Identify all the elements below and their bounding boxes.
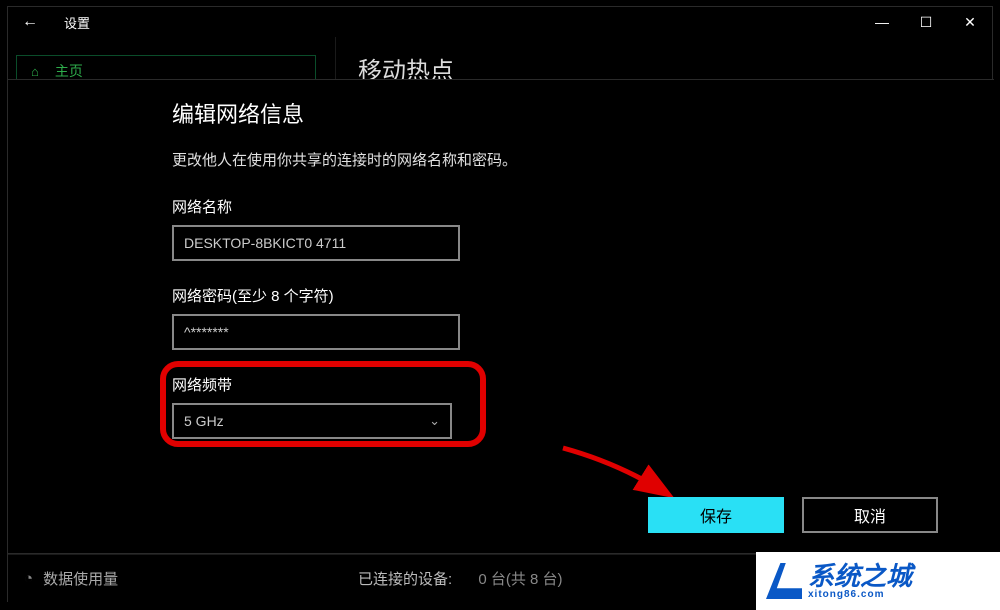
save-button[interactable]: 保存: [648, 497, 784, 533]
connected-count: 0 台(共 8 台): [478, 571, 562, 588]
dialog-description: 更改他人在使用你共享的连接时的网络名称和密码。: [172, 149, 872, 170]
network-name-label: 网络名称: [172, 196, 872, 217]
home-icon: ⌂: [31, 64, 39, 79]
dialog-edit-network: 编辑网络信息 更改他人在使用你共享的连接时的网络名称和密码。 网络名称 网络密码…: [172, 97, 872, 439]
network-password-input[interactable]: [172, 314, 460, 350]
back-button[interactable]: ←: [8, 13, 52, 31]
network-password-label: 网络密码(至少 8 个字符): [172, 285, 872, 306]
window-title: 设置: [64, 13, 90, 32]
connected-devices: 已连接的设备: 0 台(共 8 台): [358, 568, 563, 589]
network-password-field[interactable]: [184, 324, 448, 340]
cancel-button[interactable]: 取消: [802, 497, 938, 533]
network-band-select[interactable]: 5 GHz ⌄: [172, 403, 452, 439]
minimize-button[interactable]: —: [860, 14, 904, 30]
network-name-input[interactable]: [172, 225, 460, 261]
connected-label: 已连接的设备:: [358, 571, 452, 588]
watermark-brand: 系统之城: [808, 563, 912, 589]
dialog-title: 编辑网络信息: [172, 97, 872, 129]
data-usage-icon: ◔: [24, 570, 33, 587]
sidebar-item-label: 主页: [55, 61, 83, 81]
titlebar: ← 设置 — ☐ ✕: [8, 7, 992, 37]
network-name-field[interactable]: [184, 235, 448, 251]
network-band-label: 网络频带: [172, 374, 872, 395]
dialog-button-row: 保存 取消: [648, 497, 938, 533]
chevron-down-icon: ⌄: [429, 413, 440, 429]
data-usage-label[interactable]: 数据使用量: [43, 568, 118, 589]
watermark: 系统之城 xitong86.com: [756, 552, 1000, 610]
maximize-button[interactable]: ☐: [904, 14, 948, 31]
close-button[interactable]: ✕: [948, 14, 992, 31]
watermark-logo-icon: [766, 563, 802, 599]
network-band-value: 5 GHz: [184, 413, 224, 429]
